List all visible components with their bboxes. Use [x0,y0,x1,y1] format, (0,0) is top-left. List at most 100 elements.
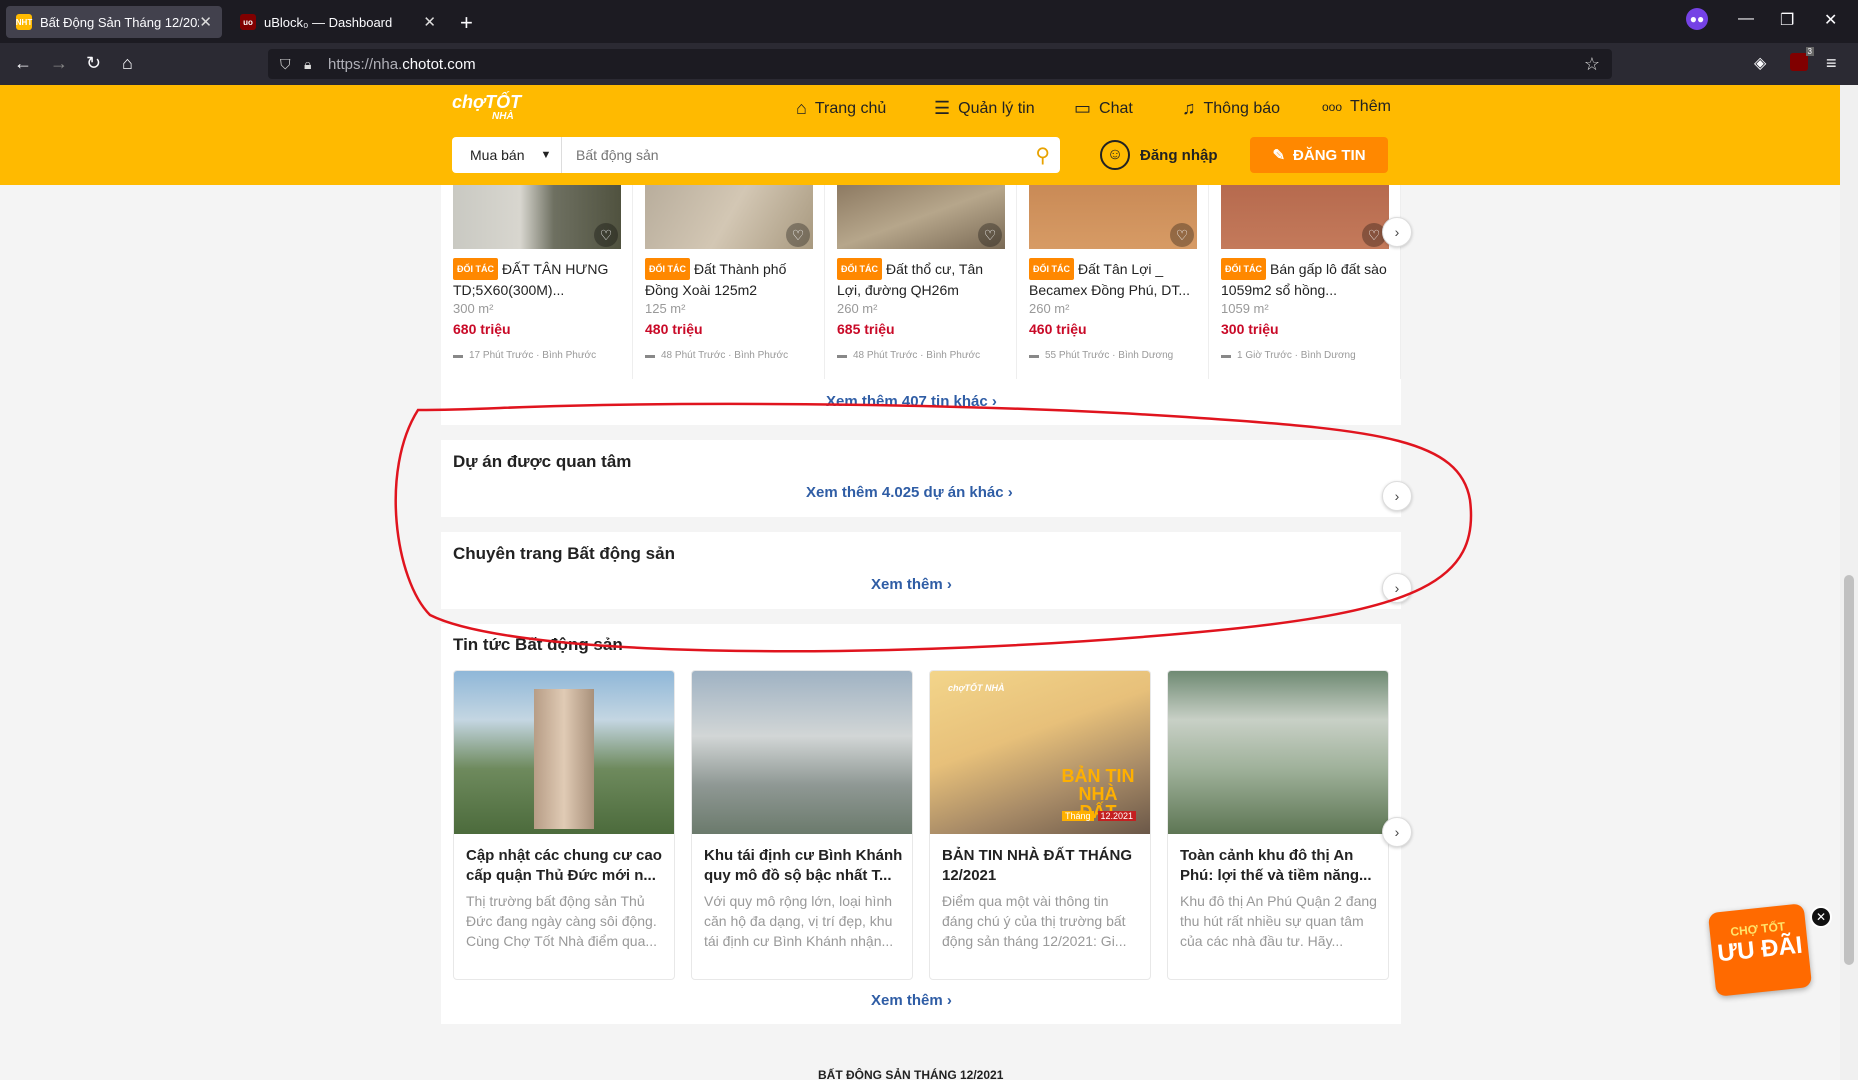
page-scrollbar[interactable] [1840,85,1858,1080]
chevron-right-icon: › [1394,580,1400,596]
listing-meta: ▬ 17 Phút Trước · Bình Phước [453,350,597,361]
news-title: Khu tái định cư Bình Khánh quy mô đồ sộ … [704,847,903,884]
listing-area: 300 m² [453,301,494,316]
url-text: https://nha.chotot.com [328,55,476,73]
post-listing-button[interactable]: ✎ ĐĂNG TIN [1250,137,1388,173]
listing-card[interactable]: ♡ ĐỐI TÁC Đất Thành phố Đồng Xoài 125m2 1… [633,185,825,379]
carousel-next-button[interactable]: › [1382,217,1412,247]
listing-title: ĐỐI TÁC Đất Thành phố Đồng Xoài 125m2 [645,258,817,298]
heart-icon[interactable]: ♡ [594,223,618,247]
ublock-extension-icon[interactable]: 3 [1790,47,1814,71]
nav-notifications[interactable]: ♫ Thông báo [1182,98,1280,119]
browser-tab-bar: NHT Bất Động Sản Tháng 12/2021 - C ✕ uo … [0,0,1858,43]
search-input[interactable] [576,147,1060,163]
chevron-right-icon: › [1394,824,1400,840]
nav-label: Thêm [1350,98,1391,115]
more-listings-link[interactable]: Xem thêm 407 tin khác › [826,393,997,410]
listing-title: ĐỐI TÁC ĐẤT TÂN HƯNG TD;5X60(300M)... [453,258,625,298]
promo-close-icon[interactable]: ✕ [1810,906,1832,928]
chevron-down-icon: ▼ [540,149,552,161]
news-title: BẢN TIN NHÀ ĐẤT THÁNG 12/2021 [942,847,1132,884]
listing-price: 680 triệu [453,321,511,337]
nav-label: Chat [1099,99,1133,117]
footer-section-title: BẤT ĐỘNG SẢN THÁNG 12/2021 [818,1068,1004,1080]
more-projects-link[interactable]: Xem thêm 4.025 dự án khác › [806,484,1013,501]
home-icon: ⌂ [796,98,807,118]
listings-carousel: ♡ ĐỐI TÁC ĐẤT TÂN HƯNG TD;5X60(300M)... 3… [441,185,1401,379]
nav-manage-listings[interactable]: ☰ Quản lý tin [934,98,1035,119]
close-icon[interactable]: ✕ [199,13,212,31]
listing-meta: ▬ 48 Phút Trước · Bình Phước [837,350,981,361]
heart-icon[interactable]: ♡ [786,223,810,247]
nav-label: Quản lý tin [958,99,1035,117]
close-window-icon[interactable]: ✕ [1824,10,1837,30]
menu-icon[interactable]: ≡ [1826,53,1837,74]
tab-title: uBlock₀ — Dashboard [264,14,393,30]
bookmark-star-icon[interactable]: ☆ [1584,54,1600,75]
projects-next-button[interactable]: › [1382,481,1412,511]
chotot-nha-logo[interactable]: chợTỐT NHÀ [452,92,521,122]
heart-icon[interactable]: ♡ [978,223,1002,247]
close-icon[interactable]: ✕ [423,13,436,31]
nav-more[interactable]: ooo Thêm [1322,98,1391,116]
listing-area: 260 m² [837,301,878,316]
promo-badge[interactable]: CHỢ TỐT ƯU ĐÃI [1707,903,1813,997]
news-title: Toàn cảnh khu đô thị An Phú: lợi thế và … [1180,847,1372,884]
more-icon: ooo [1322,100,1343,114]
nav-home[interactable]: ⌂ Trang chủ [796,98,886,119]
news-image [454,671,674,834]
chat-icon: ▭ [1074,98,1092,118]
news-card[interactable]: Khu tái định cư Bình Khánh quy mô đồ sộ … [691,670,913,980]
news-description: Thị trường bất động sản Thủ Đức đang ngà… [466,893,658,949]
listing-price: 685 triệu [837,321,895,337]
news-description: Với quy mô rộng lớn, loại hình căn hộ đa… [704,893,894,949]
news-card[interactable]: chợTỐT NHÀ BẢN TIN NHÀ ĐẤT Tháng12.2021 … [929,670,1151,980]
news-card[interactable]: Cập nhật các chung cư cao cấp quận Thủ Đ… [453,670,675,980]
new-tab-button[interactable]: + [460,10,473,36]
search-category-select[interactable]: Mua bán ▼ [452,137,562,173]
news-next-button[interactable]: › [1382,817,1412,847]
news-image [692,671,912,834]
news-card[interactable]: Toàn cảnh khu đô thị An Phú: lợi thế và … [1167,670,1389,980]
news-image: chợTỐT NHÀ BẢN TIN NHÀ ĐẤT Tháng12.2021 [930,671,1150,834]
section-title: Dự án được quan tâm [453,452,632,471]
login-button[interactable]: ☺ Đăng nhập [1100,140,1218,170]
news-description: Khu đô thị An Phú Quận 2 đang thu hút rấ… [1180,893,1377,949]
news-image [1168,671,1388,834]
tab-ublock[interactable]: uo uBlock₀ — Dashboard ✕ [230,6,446,38]
lock-icon[interactable]: 🔒︎ [304,56,311,73]
chevron-right-icon: › [1394,488,1400,504]
listing-card[interactable]: ♡ ĐỐI TÁC Bán gấp lô đất sào 1059m2 sổ hồ… [1209,185,1401,379]
listing-card[interactable]: ♡ ĐỐI TÁC ĐẤT TÂN HƯNG TD;5X60(300M)... 3… [441,185,633,379]
heart-icon[interactable]: ♡ [1170,223,1194,247]
login-label: Đăng nhập [1140,146,1218,164]
minimize-icon[interactable]: — [1738,10,1754,28]
chotot-favicon-icon: NHT [16,14,32,30]
listing-card[interactable]: ♡ ĐỐI TÁC Đất Tân Lợi _ Becamex Đồng Phú,… [1017,185,1209,379]
edit-icon: ✎ [1272,147,1286,164]
manage-icon: ☰ [934,98,951,118]
more-specials-link[interactable]: Xem thêm › [871,576,952,593]
url-bar[interactable]: ⛉ 🔒︎ https://nha.chotot.com ☆ [268,49,1612,79]
listing-price: 480 triệu [645,321,703,337]
back-icon[interactable]: ← [14,53,32,74]
listing-area: 260 m² [1029,301,1070,316]
scrollbar-thumb[interactable] [1844,575,1854,965]
restore-icon[interactable]: ❐ [1780,10,1794,30]
tab-title: Bất Động Sản Tháng 12/2021 - C [40,14,199,30]
shield-icon[interactable]: ⛉ [280,56,291,73]
more-news-link[interactable]: Xem thêm › [871,992,952,1009]
nav-label: Trang chủ [814,99,887,117]
news-title: Cập nhật các chung cư cao cấp quận Thủ Đ… [466,847,662,884]
tab-chotot[interactable]: NHT Bất Động Sản Tháng 12/2021 - C ✕ [6,6,222,38]
nav-chat[interactable]: ▭ Chat [1074,98,1133,119]
pocket-icon[interactable]: ◈ [1754,53,1766,73]
home-icon[interactable]: ⌂ [122,53,133,74]
forward-icon[interactable]: → [50,53,68,74]
private-mask-icon: ●● [1686,8,1708,30]
search-icon[interactable]: ⚲ [1035,143,1050,168]
listing-card[interactable]: ♡ ĐỐI TÁC Đất thổ cư, Tân Lợi, đường QH26… [825,185,1017,379]
reload-icon[interactable]: ↻ [86,53,101,74]
chevron-right-icon: › [1394,224,1400,240]
specials-next-button[interactable]: › [1382,573,1412,603]
